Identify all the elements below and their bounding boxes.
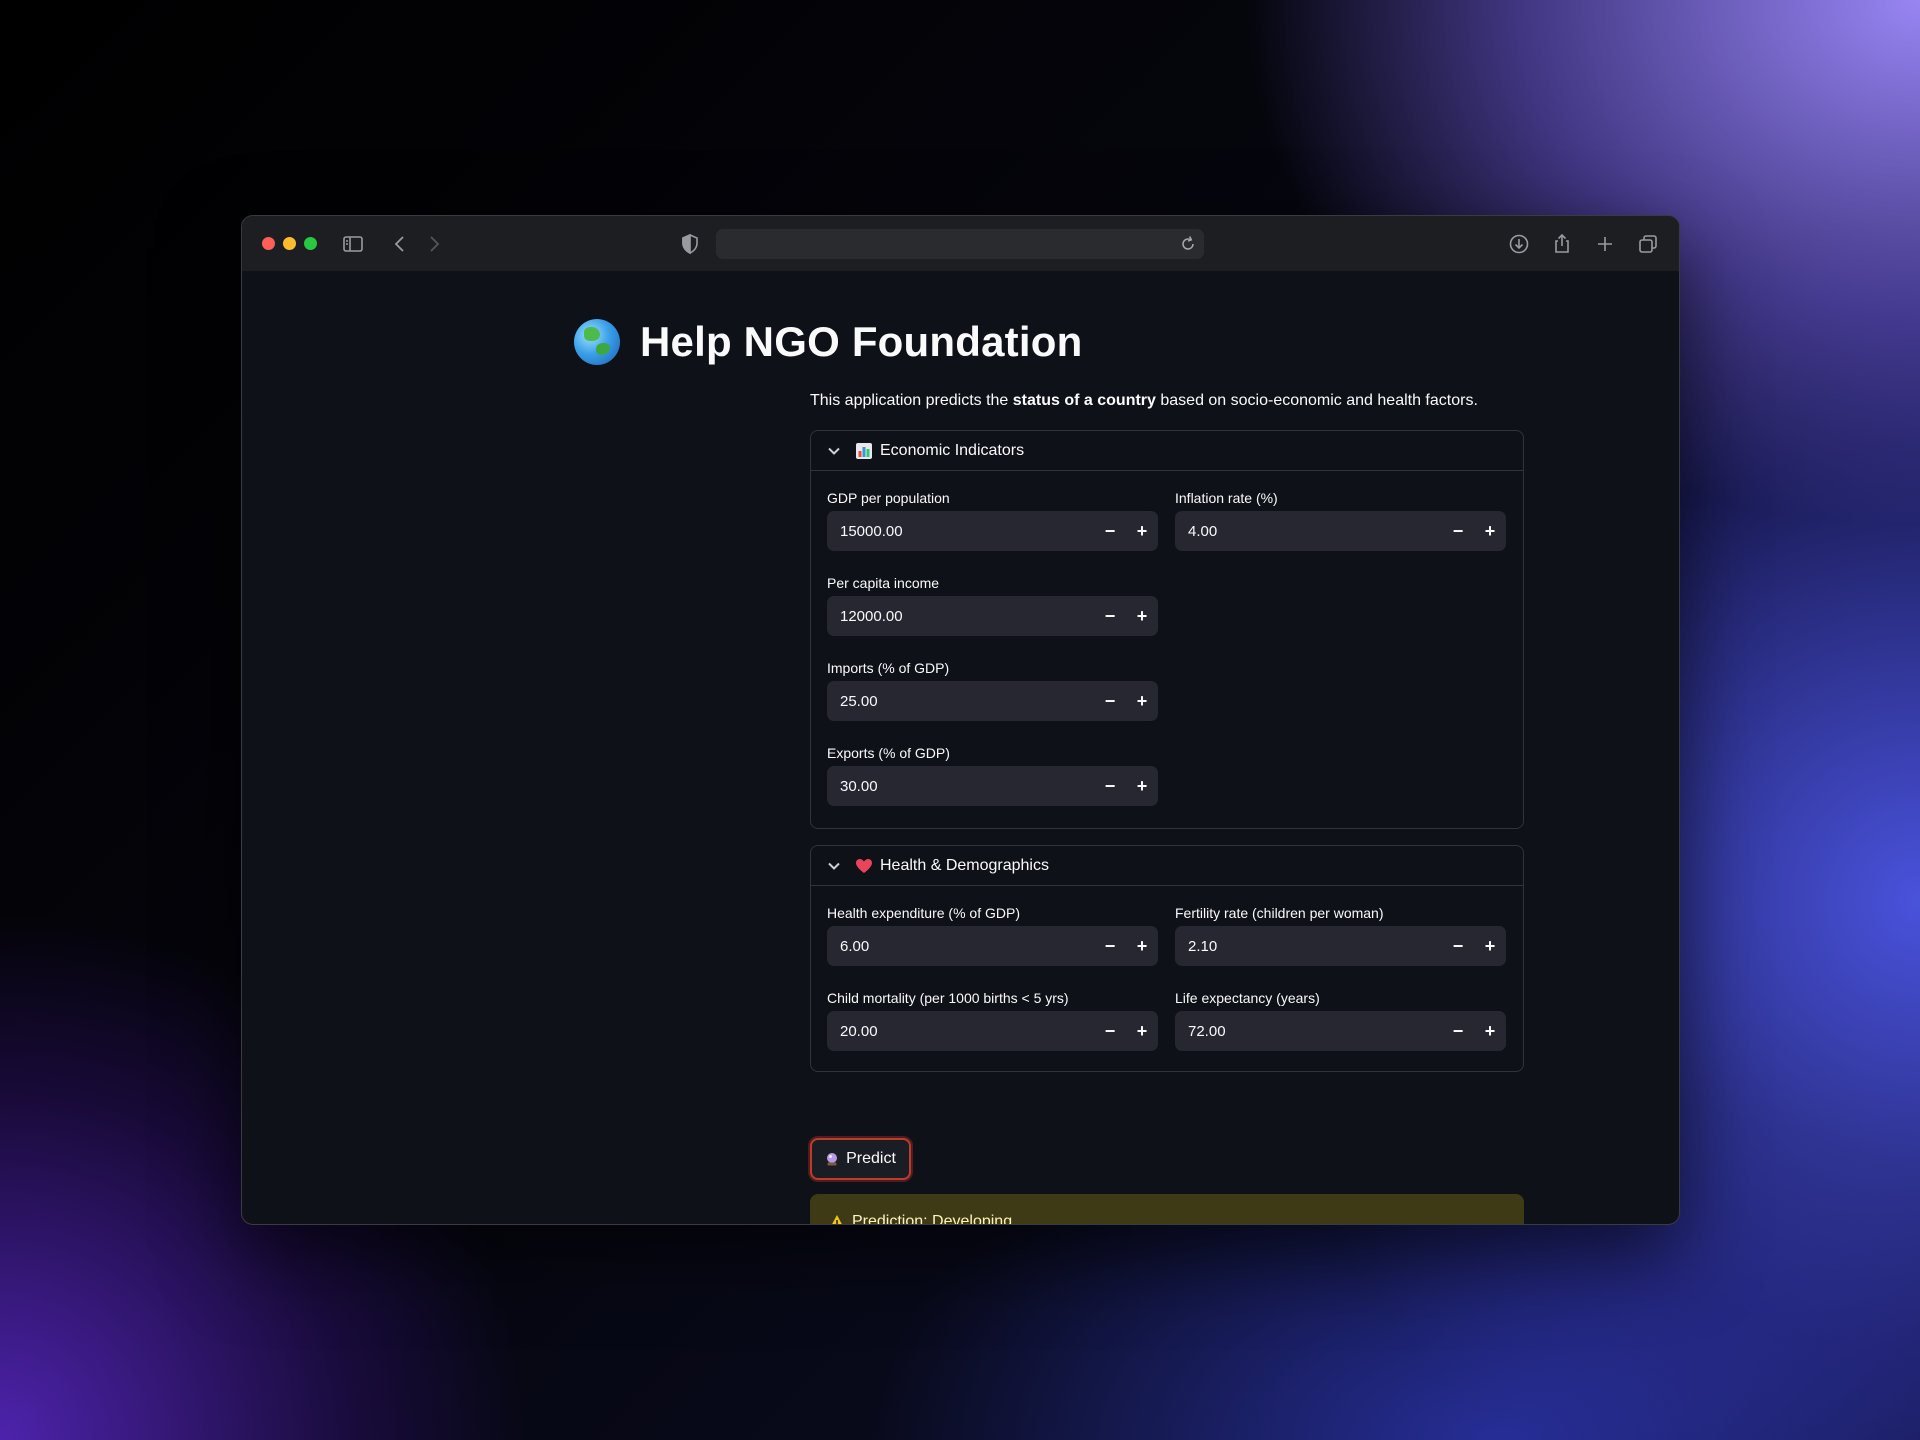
fertility-rate-input: 2.10 − +	[1175, 926, 1506, 966]
reload-icon[interactable]	[1178, 234, 1198, 254]
number-input-value[interactable]: 4.00	[1175, 523, 1442, 540]
field-label: Child mortality (per 1000 births < 5 yrs…	[827, 990, 1069, 1006]
field-label: Life expectancy (years)	[1175, 990, 1320, 1006]
number-input-value[interactable]: 72.00	[1175, 1023, 1442, 1040]
increment-button[interactable]: +	[1126, 511, 1158, 551]
download-icon[interactable]	[1507, 232, 1531, 256]
decrement-button[interactable]: −	[1442, 926, 1474, 966]
number-input-value[interactable]: 20.00	[827, 1023, 1094, 1040]
predict-button-label: Predict	[846, 1150, 896, 1167]
bar-chart-icon	[855, 442, 873, 460]
field-imports: Imports (% of GDP) 25.00 − +	[827, 659, 1158, 721]
tabs-overview-icon[interactable]	[1636, 232, 1660, 256]
app-header: Help NGO Foundation	[574, 312, 1082, 372]
exports-input: 30.00 − +	[827, 766, 1158, 806]
economic-expander-header[interactable]: Economic Indicators	[811, 431, 1523, 471]
decrement-button[interactable]: −	[1094, 681, 1126, 721]
increment-button[interactable]: +	[1126, 926, 1158, 966]
chevron-down-icon	[827, 859, 841, 873]
decrement-button[interactable]: −	[1094, 511, 1126, 551]
minimize-window-button[interactable]	[283, 237, 296, 250]
health-expenditure-input: 6.00 − +	[827, 926, 1158, 966]
inflation-rate-input: 4.00 − +	[1175, 511, 1506, 551]
increment-button[interactable]: +	[1126, 681, 1158, 721]
increment-button[interactable]: +	[1126, 596, 1158, 636]
economic-expander: Economic Indicators GDP per population 1…	[810, 430, 1524, 829]
heart-icon	[855, 857, 873, 875]
health-expander-header[interactable]: Health & Demographics	[811, 846, 1523, 886]
number-input-value[interactable]: 12000.00	[827, 608, 1094, 625]
app-content: Help NGO Foundation This application pre…	[242, 272, 1679, 1225]
number-input-value[interactable]: 30.00	[827, 778, 1094, 795]
field-per-capita-income: Per capita income 12000.00 − +	[827, 574, 1158, 636]
globe-icon	[574, 319, 620, 365]
crystal-ball-icon	[825, 1152, 839, 1166]
intro-bold: status of a country	[1012, 392, 1156, 409]
intro-suffix: based on socio-economic and health facto…	[1155, 392, 1478, 409]
number-input-value[interactable]: 15000.00	[827, 523, 1094, 540]
zoom-window-button[interactable]	[304, 237, 317, 250]
field-health-expenditure: Health expenditure (% of GDP) 6.00 − +	[827, 904, 1158, 966]
predict-button[interactable]: Predict	[810, 1138, 911, 1180]
decrement-button[interactable]: −	[1094, 766, 1126, 806]
page-title: Help NGO Foundation	[640, 318, 1083, 365]
field-label: Imports (% of GDP)	[827, 660, 950, 676]
close-window-button[interactable]	[262, 237, 275, 250]
decrement-button[interactable]: −	[1442, 511, 1474, 551]
sidebar-icon[interactable]	[341, 232, 365, 256]
field-life-expectancy: Life expectancy (years) 72.00 − +	[1175, 989, 1506, 1051]
address-bar[interactable]	[716, 229, 1204, 259]
field-gdp-per-population: GDP per population 15000.00 − +	[827, 489, 1158, 551]
field-fertility-rate: Fertility rate (children per woman) 2.10…	[1175, 904, 1506, 966]
warning-icon	[828, 1214, 846, 1224]
field-label: GDP per population	[827, 490, 950, 506]
field-label: Per capita income	[827, 575, 940, 591]
field-label: Health expenditure (% of GDP)	[827, 905, 1020, 921]
health-expander: Health & Demographics Health expenditure…	[810, 845, 1524, 1072]
number-input-value[interactable]: 6.00	[827, 938, 1094, 955]
increment-button[interactable]: +	[1474, 511, 1506, 551]
field-child-mortality: Child mortality (per 1000 births < 5 yrs…	[827, 989, 1158, 1051]
decrement-button[interactable]: −	[1094, 926, 1126, 966]
share-icon[interactable]	[1550, 232, 1574, 256]
new-tab-icon[interactable]	[1593, 232, 1617, 256]
intro-prefix: This application predicts the	[810, 392, 1013, 409]
field-label: Inflation rate (%)	[1175, 490, 1278, 506]
chevron-down-icon	[827, 444, 841, 458]
decrement-button[interactable]: −	[1442, 1011, 1474, 1051]
child-mortality-input: 20.00 − +	[827, 1011, 1158, 1051]
increment-button[interactable]: +	[1126, 766, 1158, 806]
field-inflation-rate: Inflation rate (%) 4.00 − +	[1175, 489, 1506, 551]
life-expectancy-input: 72.00 − +	[1175, 1011, 1506, 1051]
prediction-result-alert: Prediction: Developing	[810, 1194, 1524, 1225]
back-icon[interactable]	[388, 232, 412, 256]
field-label: Exports (% of GDP)	[827, 745, 950, 761]
prediction-result-text: Prediction: Developing	[852, 1213, 1013, 1225]
imports-input: 25.00 − +	[827, 681, 1158, 721]
forward-icon[interactable]	[422, 232, 446, 256]
field-label: Fertility rate (children per woman)	[1175, 905, 1384, 921]
health-header-label: Health & Demographics	[880, 856, 1049, 874]
number-input-value[interactable]: 25.00	[827, 693, 1094, 710]
browser-window: Help NGO Foundation This application pre…	[241, 215, 1680, 1225]
browser-toolbar	[242, 216, 1679, 272]
economic-header-label: Economic Indicators	[880, 441, 1025, 459]
intro-text: This application predicts the status of …	[810, 392, 1478, 410]
decrement-button[interactable]: −	[1094, 1011, 1126, 1051]
increment-button[interactable]: +	[1474, 926, 1506, 966]
increment-button[interactable]: +	[1474, 1011, 1506, 1051]
per-capita-income-input: 12000.00 − +	[827, 596, 1158, 636]
shield-icon[interactable]	[678, 232, 702, 256]
increment-button[interactable]: +	[1126, 1011, 1158, 1051]
field-exports: Exports (% of GDP) 30.00 − +	[827, 744, 1158, 806]
gdp-per-population-input: 15000.00 − +	[827, 511, 1158, 551]
decrement-button[interactable]: −	[1094, 596, 1126, 636]
number-input-value[interactable]: 2.10	[1175, 938, 1442, 955]
